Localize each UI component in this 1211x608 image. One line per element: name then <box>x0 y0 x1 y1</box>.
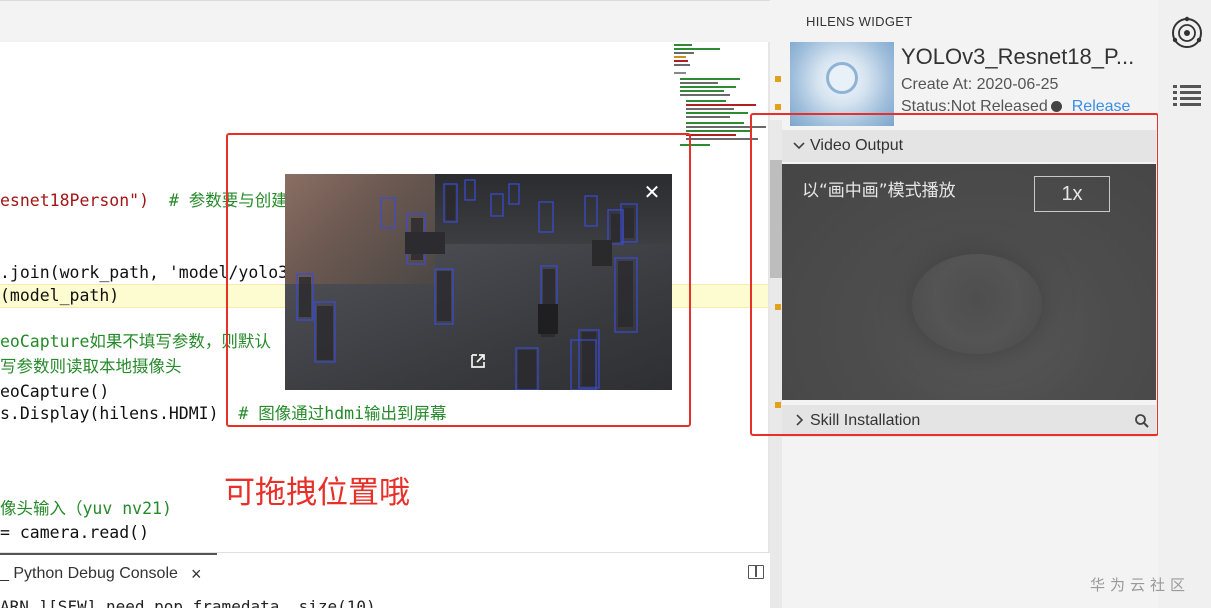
model-create-date: Create At: 2020-06-25 <box>901 76 1059 93</box>
code-text: (model_path) <box>0 286 120 305</box>
code-line-6[interactable]: eoCapture() <box>0 381 109 403</box>
status-dot-icon <box>1050 101 1062 112</box>
code-line-9[interactable]: = camera.read() <box>0 522 149 544</box>
panel-console[interactable]: _ Python Debug Console × ARN ][SFW] need… <box>0 552 770 608</box>
code-editor[interactable]: esnet18Person") # 参数要与创建 .join(work_path… <box>0 0 770 552</box>
code-line-3[interactable]: (model_path) <box>0 285 119 307</box>
code-text: eoCapture() <box>0 382 110 401</box>
console-close-icon[interactable]: × <box>191 563 202 585</box>
overview-marker <box>775 104 781 110</box>
panel-title: HILENS WIDGET <box>806 14 913 29</box>
annotation-box-pip <box>226 133 691 427</box>
list-icon[interactable] <box>1170 78 1204 112</box>
camera-device-icon <box>826 62 858 94</box>
annotation-box-video-output <box>750 113 1159 436</box>
tab-python-debug-console[interactable]: _ Python Debug Console <box>0 563 178 585</box>
active-tab-indicator <box>0 553 217 555</box>
watermark: 华为云社区 <box>1090 576 1191 594</box>
console-output-line: ARN ][SFW] need pop framedata, size(10) <box>0 597 376 608</box>
model-name: YOLOv3_Resnet18_P... <box>901 44 1135 69</box>
code-text: s.Display(hilens.HDMI) <box>0 404 219 423</box>
activity-bar <box>1158 0 1211 608</box>
code-text: = camera.read() <box>0 523 150 542</box>
hilens-widget-icon[interactable] <box>1170 16 1204 50</box>
code-comment: 写参数则读取本地摄像头 <box>0 357 182 376</box>
code-line-8[interactable]: 像头输入（yuv nv21) <box>0 498 172 520</box>
overview-marker <box>775 76 781 82</box>
editor-tab-bar <box>0 0 770 42</box>
code-text: esnet18Person") <box>0 191 150 210</box>
drag-hint-annotation: 可拖拽位置哦 <box>224 475 410 511</box>
code-comment: 像头输入（yuv nv21) <box>0 499 172 518</box>
split-editor-icon[interactable] <box>748 565 764 579</box>
code-line-5[interactable]: 写参数则读取本地摄像头 <box>0 356 182 378</box>
